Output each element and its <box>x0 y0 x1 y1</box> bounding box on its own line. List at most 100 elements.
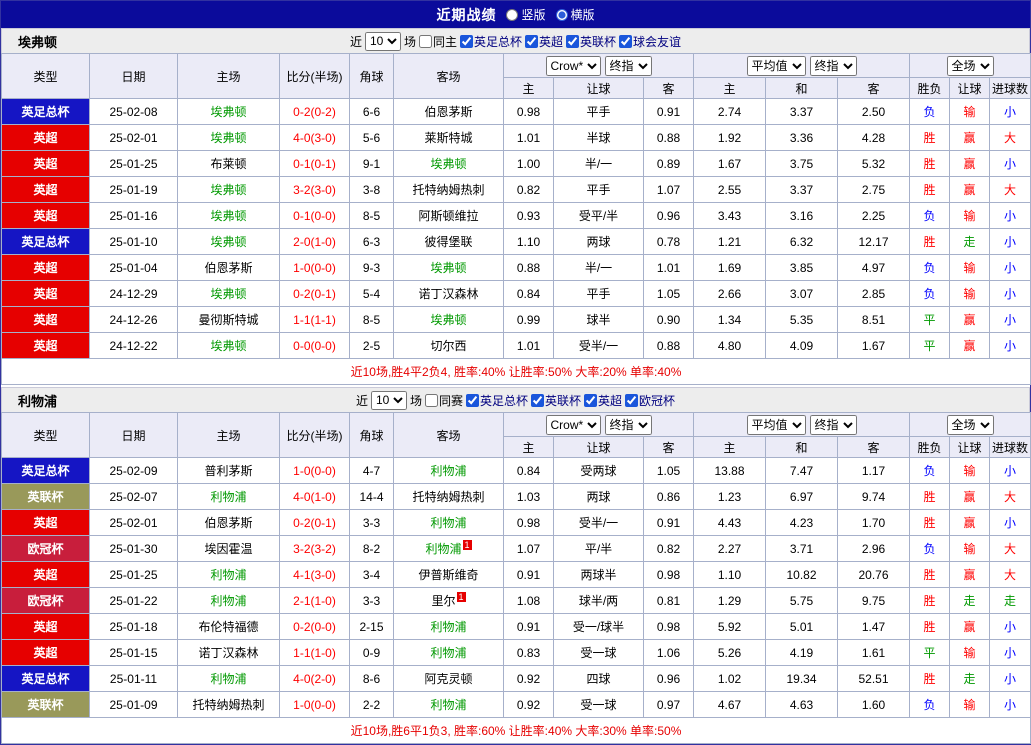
home-team[interactable]: 埃弗顿 <box>177 280 280 307</box>
col-header-odds-handicap: 让球 <box>553 436 644 458</box>
competition-filter[interactable]: 英足总杯 <box>465 392 528 409</box>
competition-badge: 英足总杯 <box>1 228 90 255</box>
match-score[interactable]: 2-1(1-0) <box>279 587 350 614</box>
avg-odds-select[interactable]: 平均值 <box>746 414 806 435</box>
away-team[interactable]: 切尔西 <box>393 332 504 359</box>
away-team[interactable]: 阿斯顿维拉 <box>393 202 504 229</box>
competition-badge: 英超 <box>1 332 90 359</box>
horizontal-radio[interactable] <box>555 8 568 21</box>
competition-filter[interactable]: 欧冠杯 <box>625 392 675 409</box>
competition-filter[interactable]: 英联杯 <box>531 392 581 409</box>
competition-filter[interactable]: 英超 <box>584 392 622 409</box>
home-team[interactable]: 伯恩茅斯 <box>177 509 280 536</box>
match-score[interactable]: 0-0(0-0) <box>279 332 350 359</box>
home-team[interactable]: 埃弗顿 <box>177 98 280 125</box>
same-condition-filter[interactable]: 同赛 <box>424 392 463 409</box>
match-score[interactable]: 4-0(1-0) <box>279 483 350 510</box>
match-score[interactable]: 4-1(3-0) <box>279 561 350 588</box>
competition-checkbox[interactable] <box>619 34 633 48</box>
odds-company-select[interactable]: Crow* <box>545 414 601 435</box>
home-team[interactable]: 埃弗顿 <box>177 228 280 255</box>
away-team[interactable]: 埃弗顿 <box>393 306 504 333</box>
odds-time-select[interactable]: 终指 <box>604 55 652 76</box>
match-score[interactable]: 4-0(3-0) <box>279 124 350 151</box>
competition-filter[interactable]: 英足总杯 <box>459 33 522 50</box>
home-team[interactable]: 布伦特福德 <box>177 613 280 640</box>
match-count-select[interactable]: 10 <box>370 390 407 410</box>
view-option-vertical[interactable]: 竖版 <box>506 6 546 23</box>
away-team[interactable]: 伊普斯维奇 <box>393 561 504 588</box>
competition-checkbox[interactable] <box>459 34 473 48</box>
match-score[interactable]: 1-1(1-0) <box>279 639 350 666</box>
home-team[interactable]: 埃弗顿 <box>177 202 280 229</box>
home-team[interactable]: 埃因霍温 <box>177 535 280 562</box>
competition-checkbox[interactable] <box>584 393 598 407</box>
home-team[interactable]: 埃弗顿 <box>177 176 280 203</box>
vertical-radio[interactable] <box>506 8 519 21</box>
match-score[interactable]: 1-0(0-0) <box>279 254 350 281</box>
competition-checkbox[interactable] <box>566 34 580 48</box>
odds-time-select[interactable]: 终指 <box>809 414 857 435</box>
odds-time-select[interactable]: 终指 <box>604 414 652 435</box>
match-score[interactable]: 0-1(0-0) <box>279 202 350 229</box>
same-condition-checkbox[interactable] <box>424 393 438 407</box>
away-team[interactable]: 利物浦 1 <box>393 535 504 562</box>
away-team[interactable]: 彼得堡联 <box>393 228 504 255</box>
home-team[interactable]: 埃弗顿 <box>177 124 280 151</box>
away-team[interactable]: 莱斯特城 <box>393 124 504 151</box>
away-team[interactable]: 利物浦 <box>393 457 504 484</box>
competition-checkbox[interactable] <box>465 393 479 407</box>
home-team[interactable]: 诺丁汉森林 <box>177 639 280 666</box>
same-condition-filter[interactable]: 同主 <box>418 33 457 50</box>
away-team[interactable]: 利物浦 <box>393 691 504 718</box>
match-score[interactable]: 1-0(0-0) <box>279 457 350 484</box>
home-team[interactable]: 托特纳姆热刺 <box>177 691 280 718</box>
home-team[interactable]: 利物浦 <box>177 483 280 510</box>
match-score[interactable]: 3-2(3-0) <box>279 176 350 203</box>
home-team[interactable]: 利物浦 <box>177 587 280 614</box>
odds-company-select[interactable]: Crow* <box>545 55 601 76</box>
match-score[interactable]: 3-2(3-2) <box>279 535 350 562</box>
away-team[interactable]: 托特纳姆热刺 <box>393 176 504 203</box>
home-team[interactable]: 布莱顿 <box>177 150 280 177</box>
competition-filter[interactable]: 英超 <box>525 33 563 50</box>
away-team[interactable]: 埃弗顿 <box>393 150 504 177</box>
away-team[interactable]: 利物浦 <box>393 613 504 640</box>
view-option-horizontal[interactable]: 横版 <box>555 6 595 23</box>
match-score[interactable]: 2-0(1-0) <box>279 228 350 255</box>
match-score[interactable]: 1-1(1-1) <box>279 306 350 333</box>
away-team[interactable]: 埃弗顿 <box>393 254 504 281</box>
match-score[interactable]: 4-0(2-0) <box>279 665 350 692</box>
home-team[interactable]: 埃弗顿 <box>177 332 280 359</box>
scope-select[interactable]: 全场 <box>946 414 994 435</box>
away-team[interactable]: 利物浦 <box>393 639 504 666</box>
away-team[interactable]: 托特纳姆热刺 <box>393 483 504 510</box>
match-score[interactable]: 0-2(0-2) <box>279 98 350 125</box>
competition-checkbox[interactable] <box>625 393 639 407</box>
away-team[interactable]: 利物浦 <box>393 509 504 536</box>
match-score[interactable]: 1-0(0-0) <box>279 691 350 718</box>
away-team[interactable]: 阿克灵顿 <box>393 665 504 692</box>
competition-checkbox[interactable] <box>531 393 544 407</box>
match-score[interactable]: 0-2(0-1) <box>279 280 350 307</box>
match-score[interactable]: 0-1(0-1) <box>279 150 350 177</box>
scope-select[interactable]: 全场 <box>946 55 994 76</box>
home-team[interactable]: 曼彻斯特城 <box>177 306 280 333</box>
competition-filter[interactable]: 球会友谊 <box>619 33 681 50</box>
odds-time-select[interactable]: 终指 <box>809 55 857 76</box>
away-team[interactable]: 伯恩茅斯 <box>393 98 504 125</box>
away-team[interactable]: 诺丁汉森林 <box>393 280 504 307</box>
home-team[interactable]: 普利茅斯 <box>177 457 280 484</box>
same-condition-checkbox[interactable] <box>418 34 432 48</box>
away-team[interactable]: 里尔 1 <box>393 587 504 614</box>
match-score[interactable]: 0-2(0-1) <box>279 509 350 536</box>
avg-odds-select[interactable]: 平均值 <box>746 55 806 76</box>
home-team[interactable]: 利物浦 <box>177 665 280 692</box>
competition-checkbox[interactable] <box>525 34 538 48</box>
match-score[interactable]: 0-2(0-0) <box>279 613 350 640</box>
match-count-select[interactable]: 10 <box>364 31 401 51</box>
handicap-odds-cell: 受一球 <box>553 639 644 666</box>
home-team[interactable]: 伯恩茅斯 <box>177 254 280 281</box>
home-team[interactable]: 利物浦 <box>177 561 280 588</box>
competition-filter[interactable]: 英联杯 <box>566 33 616 50</box>
